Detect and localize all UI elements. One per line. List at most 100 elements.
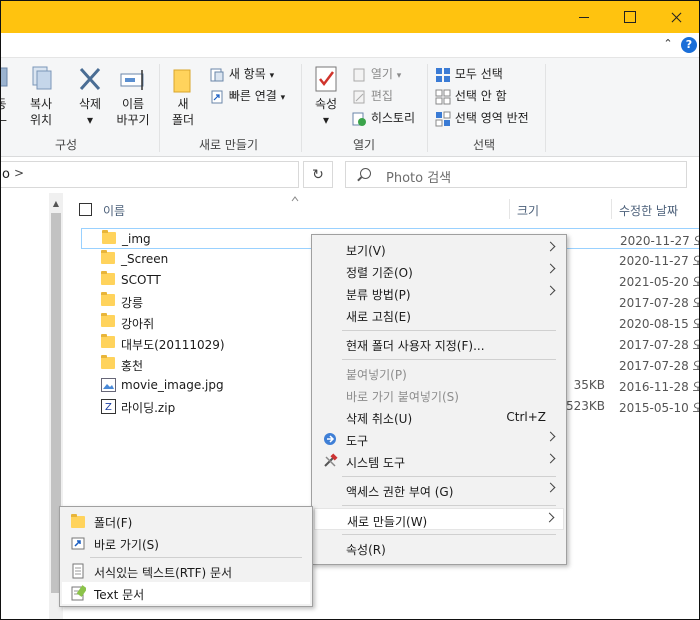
new-folder-label: 새: [177, 97, 189, 111]
address-bar[interactable]: o >: [1, 161, 299, 188]
new-folder-label-2: 폴더: [171, 113, 195, 127]
scroll-up-arrow-icon[interactable]: ▲: [49, 197, 63, 211]
edit-button[interactable]: 편집: [351, 86, 393, 106]
submenu-item-rtf-document[interactable]: 서식있는 텍스트(RTF) 문서: [62, 560, 310, 582]
select-all-checkbox[interactable]: [79, 203, 92, 216]
ribbon-separator: [427, 64, 428, 152]
select-all-icon: [436, 67, 450, 82]
menu-item-label: 분류 방법(P): [346, 288, 411, 302]
open-icon: [353, 68, 365, 81]
file-name: 라이딩.zip: [121, 401, 176, 415]
menu-item-tools[interactable]: 도구: [314, 428, 564, 450]
menu-item-refresh[interactable]: 새로 고침(E): [314, 304, 564, 326]
ribbon-separator: [545, 64, 546, 152]
submenu-item-label: 폴더(F): [94, 516, 133, 530]
explorer-window: ⌃ ? 동 — 복사 위치 삭제 ▾: [0, 0, 700, 620]
ribbon-collapse-icon[interactable]: ⌃: [661, 37, 675, 51]
menu-item-customize-folder[interactable]: 현재 폴더 사용자 지정(F)...: [314, 333, 564, 355]
properties-button[interactable]: 속성 ▾: [307, 64, 345, 128]
select-all-label: 모두 선택: [454, 67, 503, 81]
menu-item-undo-delete[interactable]: 삭제 취소(U) Ctrl+Z: [314, 406, 564, 428]
rename-button[interactable]: 이름 바꾸기: [111, 64, 155, 128]
help-icon[interactable]: ?: [681, 37, 697, 53]
column-divider[interactable]: [611, 199, 612, 219]
column-header-name[interactable]: 이름: [103, 202, 125, 219]
copy-to-label-2: 위치: [29, 113, 53, 127]
column-header-size[interactable]: 크기: [517, 202, 539, 219]
submenu-item-folder[interactable]: 폴더(F): [62, 510, 310, 532]
submenu-item-label: Text 문서: [94, 588, 145, 602]
select-none-button[interactable]: 선택 안 함: [435, 86, 507, 106]
open-label: 열기: [370, 67, 393, 81]
history-button[interactable]: 히스토리: [351, 108, 415, 128]
new-folder-button[interactable]: 새 폴더: [165, 64, 201, 128]
delete-button[interactable]: 삭제 ▾: [71, 64, 109, 128]
rename-label: 이름: [121, 97, 145, 111]
folder-icon: [101, 313, 115, 327]
copy-to-icon: [32, 66, 52, 90]
open-button[interactable]: 열기 ▾: [351, 64, 401, 84]
easy-access-button[interactable]: 빠른 연결 ▾: [209, 86, 285, 106]
new-folder-icon: [173, 69, 191, 93]
menu-item-system-tools[interactable]: 시스템 도구: [314, 450, 564, 472]
menu-separator: [90, 557, 302, 558]
minimize-button[interactable]: [561, 1, 607, 33]
file-list-header: 이름 크기 수정한 날짜: [63, 193, 699, 225]
menu-separator: [342, 505, 556, 506]
title-bar: [1, 1, 699, 33]
menu-item-label: 새로 만들기(W): [347, 515, 428, 529]
search-box[interactable]: Photo 검색: [345, 161, 687, 188]
group-label-new: 새로 만들기: [199, 138, 259, 152]
file-date: 2020-08-15 오: [619, 317, 700, 331]
select-none-icon: [435, 89, 451, 104]
submenu-arrow-icon: [545, 241, 556, 252]
menu-item-paste-shortcut[interactable]: 바로 가기 붙여넣기(S): [314, 384, 564, 406]
properties-label: 속성: [314, 97, 338, 111]
copy-to-label: 복사: [29, 97, 53, 111]
delete-dropdown-icon[interactable]: ▾: [71, 112, 109, 128]
select-all-button[interactable]: 모두 선택: [435, 64, 503, 84]
svg-text:Z: Z: [105, 402, 112, 413]
select-none-label: 선택 안 함: [454, 89, 507, 103]
new-item-button[interactable]: 새 항목 ▾: [209, 64, 274, 84]
menu-item-paste[interactable]: 붙여넣기(P): [314, 362, 564, 384]
menu-item-shortcut: Ctrl+Z: [506, 410, 546, 424]
menu-separator: [342, 359, 556, 360]
menu-item-properties[interactable]: 속성(R): [314, 537, 564, 559]
rename-icon: [120, 70, 144, 90]
column-header-date[interactable]: 수정한 날짜: [619, 202, 678, 219]
open-dropdown-icon: ▾: [396, 71, 402, 81]
submenu-arrow-icon: [545, 482, 556, 493]
menu-separator: [342, 330, 556, 331]
file-date: 2017-07-28 오: [619, 359, 700, 373]
menu-item-label: 현재 폴더 사용자 지정(F)...: [346, 339, 485, 353]
delete-label: 삭제: [78, 97, 102, 111]
menu-item-label: 속성(R): [346, 543, 386, 557]
refresh-button[interactable]: ↻: [303, 161, 333, 188]
menu-item-sort-by[interactable]: 정렬 기준(O): [314, 260, 564, 282]
invert-selection-button[interactable]: 선택 영역 반전: [435, 108, 529, 128]
breadcrumb-chevron-icon[interactable]: >: [14, 166, 24, 180]
close-button[interactable]: [653, 1, 699, 33]
file-date: 2017-07-28 오: [619, 338, 700, 352]
maximize-button[interactable]: [607, 1, 653, 33]
submenu-item-shortcut[interactable]: 바로 가기(S): [62, 532, 310, 554]
move-to-label-2: —: [1, 112, 15, 128]
rename-label-2: 바꾸기: [116, 113, 150, 127]
text-document-icon: [71, 585, 86, 601]
properties-dropdown-icon[interactable]: ▾: [307, 112, 345, 128]
column-divider[interactable]: [509, 199, 510, 219]
menu-item-label: 정렬 기준(O): [346, 266, 413, 280]
copy-to-button[interactable]: 복사 위치: [19, 64, 63, 128]
easy-access-icon: [211, 90, 223, 103]
submenu-arrow-icon: [544, 512, 555, 523]
submenu-item-text-document[interactable]: Text 문서: [62, 582, 310, 604]
menu-item-give-access[interactable]: 액세스 권한 부여 (G): [314, 479, 564, 501]
menu-item-label: 시스템 도구: [346, 456, 406, 470]
file-date: 2017-07-28 오: [619, 296, 700, 310]
menu-item-view[interactable]: 보기(V): [314, 238, 564, 260]
move-to-label: 동: [1, 96, 15, 112]
menu-item-group-by[interactable]: 분류 방법(P): [314, 282, 564, 304]
move-to-button[interactable]: 동 —: [1, 64, 15, 128]
menu-item-new[interactable]: 새로 만들기(W): [314, 508, 564, 530]
